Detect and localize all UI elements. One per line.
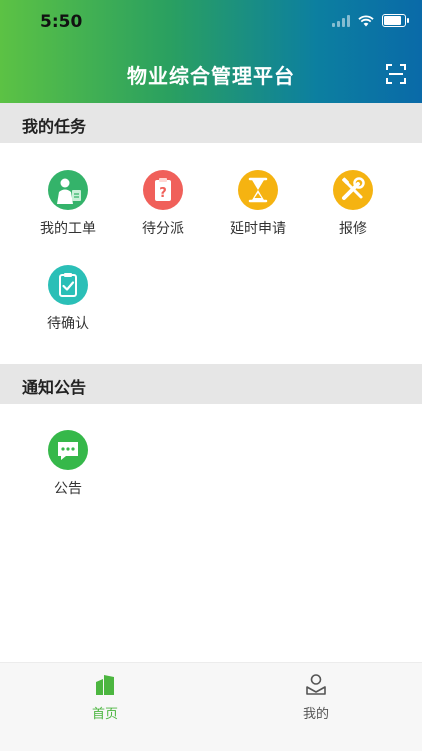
status-icons [332,14,409,27]
page-title: 物业综合管理平台 [127,64,295,88]
status-time: 5:50 [40,12,83,32]
pending-assign-icon: ? [143,170,183,210]
notice-section-header: 通知公告 [0,364,422,404]
task-label: 延时申请 [230,221,286,237]
task-item-pending-assign[interactable]: ? 待分派 [118,170,208,238]
task-item-repair[interactable]: 报修 [308,170,398,238]
task-label: 我的工单 [40,221,96,237]
notice-section-title: 通知公告 [22,378,87,397]
tab-profile-label: 我的 [302,707,329,722]
profile-icon [306,674,326,695]
clipboard-check-icon [48,265,88,305]
task-label: 待分派 [142,221,184,237]
tasks-section-title: 我的任务 [22,117,87,136]
work-order-icon [48,170,88,210]
scan-icon[interactable] [386,64,406,84]
task-label: 待确认 [47,316,89,332]
task-item-my-work-orders[interactable]: 我的工单 [23,170,113,238]
tab-profile[interactable]: 我的 [276,673,356,722]
hourglass-icon [238,170,278,210]
task-item-pending-confirm[interactable]: 待确认 [23,265,113,333]
app-header: 5:50 物业综合管理平台 [0,0,422,103]
home-buildings-icon [96,675,114,695]
message-icon [48,430,88,470]
notice-label: 公告 [54,481,82,497]
wifi-icon [358,14,374,26]
repair-tools-icon [333,170,373,210]
battery-icon [382,14,409,27]
task-label: 报修 [339,221,367,237]
task-item-delay-request[interactable]: 延时申请 [213,170,303,238]
tasks-section-header: 我的任务 [0,103,422,143]
tab-home-label: 首页 [91,707,118,722]
svg-text:?: ? [159,186,167,201]
bottom-tab-bar: 首页 我的 [0,662,422,751]
notice-item-announcement[interactable]: 公告 [23,430,113,498]
signal-icon [332,14,350,27]
tab-home[interactable]: 首页 [65,673,145,722]
